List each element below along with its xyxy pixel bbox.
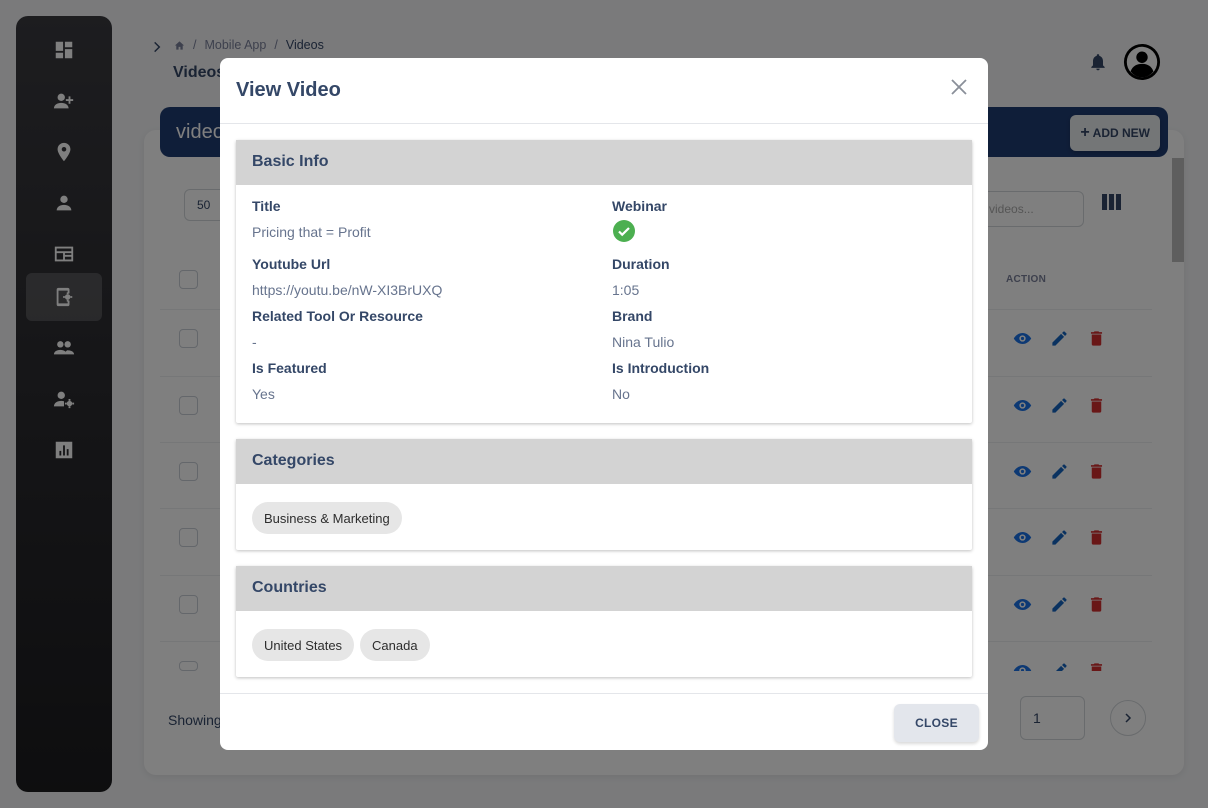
related-tool-label: Related Tool Or Resource — [252, 308, 423, 324]
is-featured-value: Yes — [252, 386, 275, 402]
brand-value: Nina Tulio — [612, 334, 675, 350]
country-chips: United States Canada — [252, 629, 430, 661]
duration-label: Duration — [612, 256, 670, 272]
title-value: Pricing that = Profit — [252, 224, 371, 240]
is-introduction-value: No — [612, 386, 630, 402]
view-video-modal: View Video Basic Info Title Pricing that… — [220, 58, 988, 750]
modal-footer: CLOSE — [220, 693, 988, 750]
country-chip: United States — [252, 629, 355, 661]
category-chips: Business & Marketing — [252, 502, 402, 534]
title-label: Title — [252, 198, 281, 214]
categories-section: Categories Business & Marketing — [236, 439, 972, 550]
brand-label: Brand — [612, 308, 653, 324]
webinar-label: Webinar — [612, 198, 667, 214]
country-chip: Canada — [360, 629, 430, 661]
modal-title: View Video — [236, 79, 341, 101]
check-circle-icon — [613, 220, 635, 242]
modal-body[interactable]: Basic Info Title Pricing that = Profit W… — [220, 124, 988, 693]
section-heading: Countries — [236, 566, 972, 611]
youtube-url-label: Youtube Url — [252, 256, 331, 272]
close-icon[interactable] — [950, 78, 968, 96]
duration-value: 1:05 — [612, 282, 640, 298]
basic-info-section: Basic Info Title Pricing that = Profit W… — [236, 140, 972, 423]
section-heading: Basic Info — [236, 140, 972, 185]
category-chip: Business & Marketing — [252, 502, 402, 534]
youtube-url-value: https://youtu.be/nW-XI3BrUXQ — [252, 282, 443, 298]
is-featured-label: Is Featured — [252, 360, 327, 376]
modal-header: View Video — [220, 58, 988, 124]
close-button[interactable]: CLOSE — [894, 704, 979, 742]
section-heading: Categories — [236, 439, 972, 484]
countries-section: Countries United States Canada — [236, 566, 972, 677]
related-tool-value: - — [252, 334, 257, 350]
is-introduction-label: Is Introduction — [612, 360, 710, 376]
